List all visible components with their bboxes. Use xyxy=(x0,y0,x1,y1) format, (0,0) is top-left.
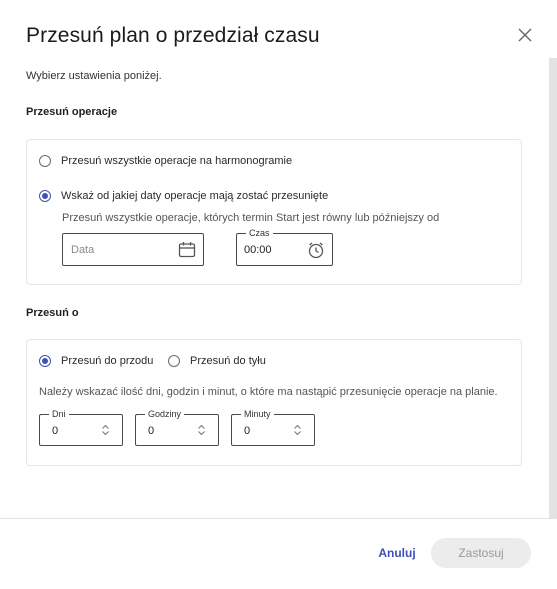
date-placeholder: Data xyxy=(71,244,95,256)
radio-all-operations-control[interactable] xyxy=(39,155,51,167)
radio-all-operations-label: Przesuń wszystkie operacje na harmonogra… xyxy=(61,155,293,167)
close-icon xyxy=(518,28,532,42)
shift-operations-heading: Przesuń operacje xyxy=(26,106,118,118)
cancel-button[interactable]: Anuluj xyxy=(372,538,422,568)
dialog-subtitle: Wybierz ustawienia poniżej. xyxy=(26,70,162,82)
footer-divider xyxy=(0,518,557,519)
time-field[interactable]: Czas 00:00 xyxy=(236,227,333,266)
days-value: 0 xyxy=(52,425,59,437)
radio-backward[interactable]: Przesuń do tyłu xyxy=(168,355,266,367)
scrollbar[interactable] xyxy=(549,58,557,518)
from-date-hint: Przesuń wszystkie operacje, których term… xyxy=(62,212,440,224)
shift-by-heading: Przesuń o xyxy=(26,307,79,319)
hours-stepper-icon[interactable] xyxy=(197,424,206,436)
time-field-label: Czas xyxy=(246,227,273,239)
radio-from-date[interactable]: Wskaż od jakiej daty operacje mają zosta… xyxy=(39,190,328,202)
minutes-field[interactable]: Minuty 0 xyxy=(231,408,315,446)
days-stepper-icon[interactable] xyxy=(101,424,110,436)
radio-all-operations[interactable]: Przesuń wszystkie operacje na harmonogra… xyxy=(39,155,292,167)
radio-backward-label: Przesuń do tyłu xyxy=(190,355,266,367)
apply-button[interactable]: Zastosuj xyxy=(431,538,531,568)
hours-label: Godziny xyxy=(145,408,185,420)
shift-by-card: Przesuń do przodu Przesuń do tyłu Należy… xyxy=(26,339,522,466)
minutes-label: Minuty xyxy=(241,408,274,420)
shift-by-hint: Należy wskazać ilość dni, godzin i minut… xyxy=(39,386,498,398)
hours-value: 0 xyxy=(148,425,155,437)
clock-icon[interactable] xyxy=(307,241,325,259)
radio-from-date-control[interactable] xyxy=(39,190,51,202)
minutes-stepper-icon[interactable] xyxy=(293,424,302,436)
radio-backward-control[interactable] xyxy=(168,355,180,367)
radio-from-date-label: Wskaż od jakiej daty operacje mają zosta… xyxy=(61,190,329,202)
hours-field[interactable]: Godziny 0 xyxy=(135,408,219,446)
close-button[interactable] xyxy=(515,25,535,45)
dialog-title: Przesuń plan o przedział czasu xyxy=(26,24,320,47)
radio-forward-label: Przesuń do przodu xyxy=(61,355,154,367)
radio-forward[interactable]: Przesuń do przodu xyxy=(39,355,153,367)
time-value: 00:00 xyxy=(244,244,272,256)
date-field[interactable]: Data xyxy=(62,233,204,266)
minutes-value: 0 xyxy=(244,425,251,437)
calendar-icon[interactable] xyxy=(178,241,196,258)
days-label: Dni xyxy=(49,408,69,420)
days-field[interactable]: Dni 0 xyxy=(39,408,123,446)
radio-forward-control[interactable] xyxy=(39,355,51,367)
shift-operations-card: Przesuń wszystkie operacje na harmonogra… xyxy=(26,139,522,285)
shift-plan-dialog: Przesuń plan o przedział czasu Wybierz u… xyxy=(0,0,557,589)
